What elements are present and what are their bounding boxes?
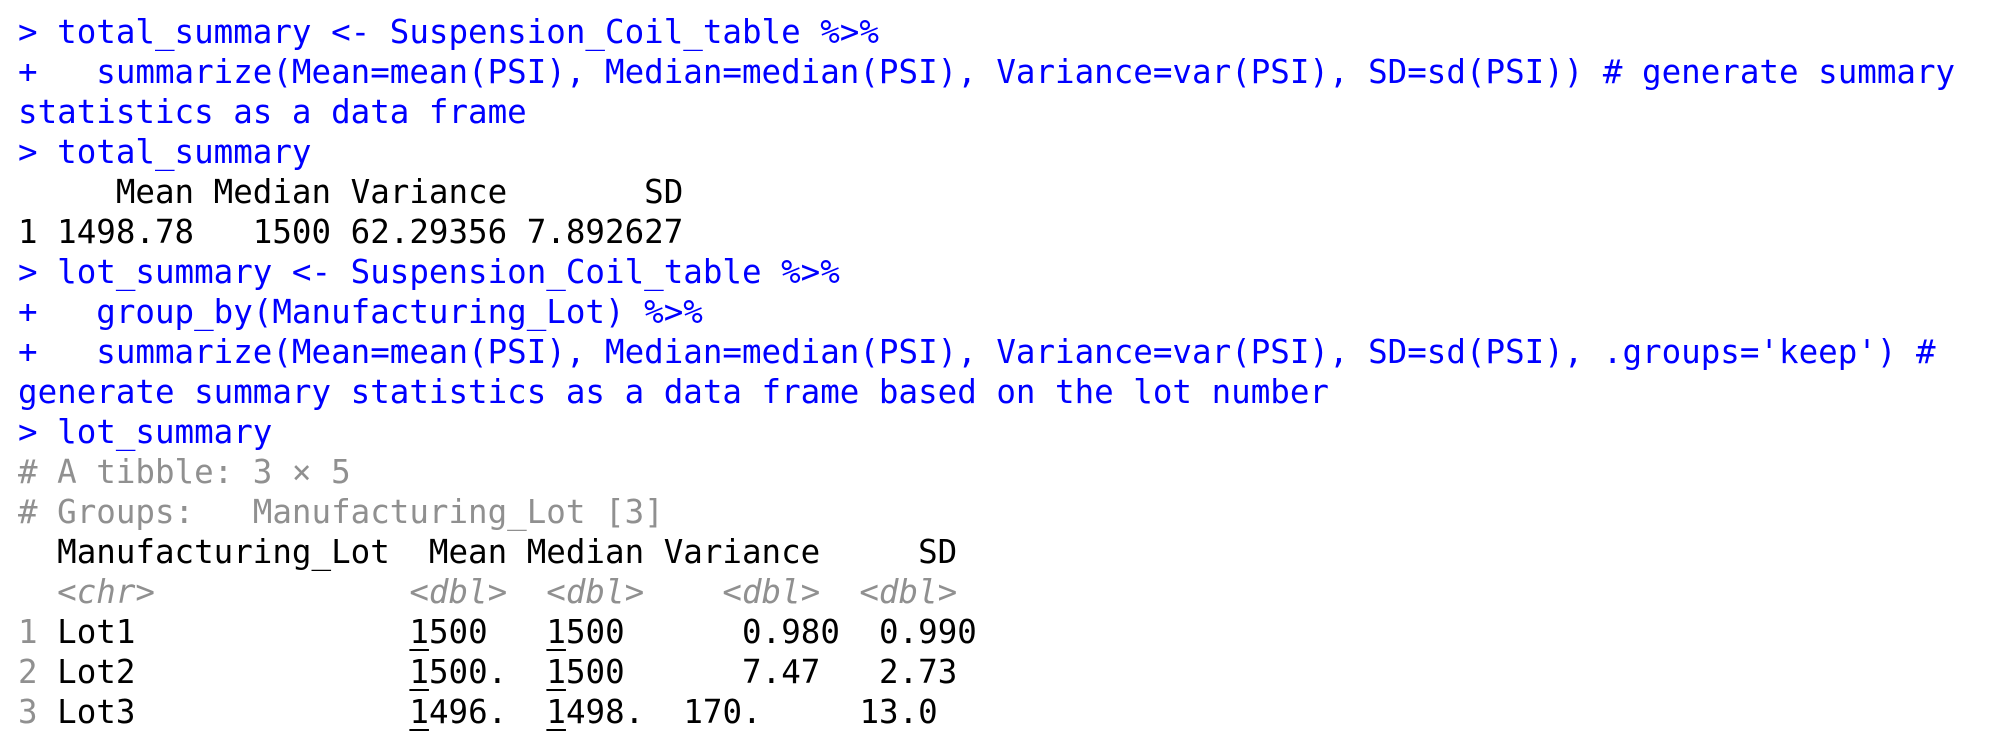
tibble-row: 1 Lot1 1500 1500 0.980 0.990 bbox=[18, 612, 977, 652]
console-input-line: + summarize(Mean=mean(PSI), Median=media… bbox=[18, 53, 1956, 91]
variance-sd-cells: 170. 13.0 bbox=[644, 693, 938, 731]
console-input-line: statistics as a data frame bbox=[18, 93, 527, 131]
mean-first-digit: 1 bbox=[409, 613, 429, 651]
console-output-line: 1 1498.78 1500 62.29356 7.892627 bbox=[18, 213, 684, 251]
tibble-row: 2 Lot2 1500. 1500 7.47 2.73 bbox=[18, 652, 957, 692]
console-input-line: > lot_summary bbox=[18, 413, 273, 451]
tibble-comment-line: # Groups: Manufacturing_Lot [3] bbox=[18, 493, 664, 531]
lot-cell: Lot2 bbox=[57, 653, 136, 691]
console-input-line: > total_summary bbox=[18, 133, 312, 171]
row-index: 2 bbox=[18, 653, 38, 691]
variance-sd-cells: 7.47 2.73 bbox=[624, 653, 958, 691]
median-rest: 500 bbox=[565, 613, 625, 651]
console-input-line: + group_by(Manufacturing_Lot) %>% bbox=[18, 293, 703, 331]
median-first-digit: 1 bbox=[546, 613, 566, 651]
tibble-header: Manufacturing_Lot Mean Median Variance S… bbox=[18, 533, 958, 571]
variance-sd-cells: 0.980 0.990 bbox=[624, 613, 977, 651]
r-console[interactable]: > total_summary <- Suspension_Coil_table… bbox=[0, 0, 2015, 741]
console-input-line: > lot_summary <- Suspension_Coil_table %… bbox=[18, 253, 840, 291]
tibble-row: 3 Lot3 1496. 1498. 170. 13.0 bbox=[18, 692, 938, 732]
lot-cell: Lot3 bbox=[57, 693, 136, 731]
median-rest: 500 bbox=[565, 653, 625, 691]
mean-rest: 500 bbox=[428, 613, 527, 651]
tibble-comment-line: # A tibble: 3 × 5 bbox=[18, 453, 351, 491]
row-index: 1 bbox=[18, 613, 38, 651]
mean-first-digit: 1 bbox=[409, 693, 429, 731]
console-input-line: + summarize(Mean=mean(PSI), Median=media… bbox=[18, 333, 1936, 371]
console-input-line: generate summary statistics as a data fr… bbox=[18, 373, 1329, 411]
console-output-line: Mean Median Variance SD bbox=[18, 173, 684, 211]
tibble-types: <chr> <dbl> <dbl> <dbl> <dbl> bbox=[18, 573, 958, 611]
mean-rest: 496. bbox=[428, 693, 527, 731]
mean-rest: 500. bbox=[428, 653, 527, 691]
lot-cell: Lot1 bbox=[57, 613, 136, 651]
mean-first-digit: 1 bbox=[409, 653, 429, 691]
median-first-digit: 1 bbox=[546, 693, 566, 731]
console-input-line: > total_summary <- Suspension_Coil_table… bbox=[18, 13, 879, 51]
median-rest: 498. bbox=[565, 693, 645, 731]
median-first-digit: 1 bbox=[546, 653, 566, 691]
row-index: 3 bbox=[18, 693, 38, 731]
